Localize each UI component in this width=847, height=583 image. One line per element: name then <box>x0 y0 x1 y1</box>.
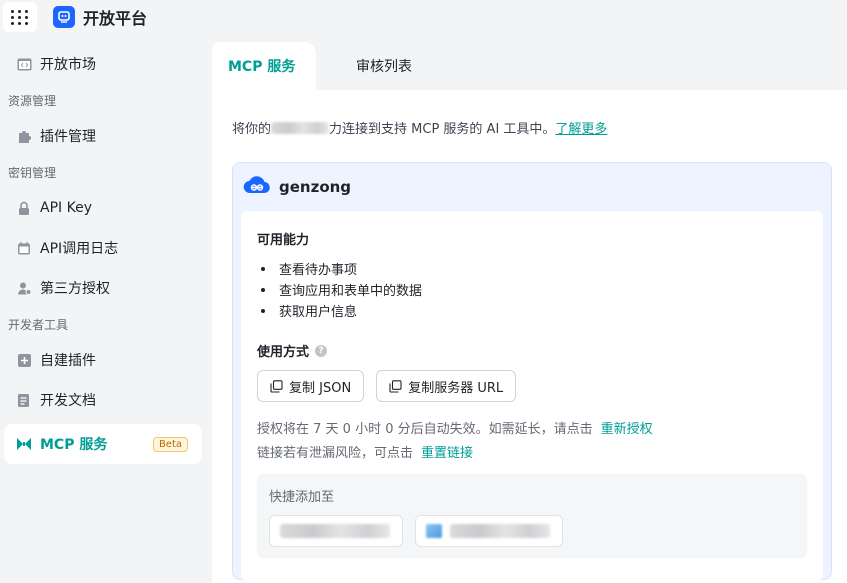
sidebar-item-label: API调用日志 <box>40 241 119 257</box>
quick-add-option[interactable] <box>415 515 563 547</box>
sidebar-item-label: 插件管理 <box>40 129 96 145</box>
lock-icon <box>16 200 32 216</box>
sidebar-group-resource: 资源管理 <box>8 93 57 108</box>
leak-note: 链接若有泄漏风险，可点击 重置链接 <box>257 440 807 462</box>
list-item: 获取用户信息 <box>257 300 807 321</box>
redacted-text <box>271 121 330 134</box>
card-header: genzong <box>233 163 831 211</box>
usage-title-row: 使用方式 ? <box>257 341 807 360</box>
expire-text: 授权将在 7 天 0 小时 0 分后自动失效。如需延长，请点击 <box>257 421 593 437</box>
cloud-link-icon <box>243 175 271 199</box>
button-label: 复制 JSON <box>289 380 352 396</box>
intro-text: 将你的 力连接到支持 MCP 服务的 AI 工具中。 了解更多 <box>232 118 847 137</box>
add-box-icon <box>16 352 32 368</box>
quick-add-row <box>269 515 795 547</box>
sidebar-item-api-log[interactable]: API调用日志 <box>4 228 202 268</box>
sidebar-item-plugin-manage[interactable]: 插件管理 <box>4 116 202 156</box>
sidebar-item-label: 自建插件 <box>40 353 96 369</box>
sidebar-item-mcp[interactable]: MCP 服务 Beta <box>4 424 202 464</box>
tab-mcp[interactable]: MCP 服务 <box>212 42 316 90</box>
beta-badge: Beta <box>152 436 188 452</box>
card-body: 可用能力 查看待办事项 查询应用和表单中的数据 获取用户信息 使用方式 ? 复制… <box>241 211 823 581</box>
tab-bar: MCP 服务 审核列表 <box>212 42 847 90</box>
capabilities-title: 可用能力 <box>257 233 310 248</box>
list-item: 查看待办事项 <box>257 258 807 279</box>
reauthorize-link[interactable]: 重新授权 <box>601 418 653 437</box>
usage-title: 使用方式 <box>257 345 310 360</box>
mcp-service-card: genzong 可用能力 查看待办事项 查询应用和表单中的数据 获取用户信息 使… <box>232 162 832 581</box>
sidebar-item-market[interactable]: 开放市场 <box>4 44 202 84</box>
code-window-icon <box>16 56 32 72</box>
help-icon[interactable]: ? <box>315 344 328 357</box>
redacted-text <box>450 524 550 538</box>
sidebar-item-custom-plugin[interactable]: 自建插件 <box>4 340 202 380</box>
intro-prefix: 将你的 <box>232 122 272 137</box>
sidebar-item-dev-docs[interactable]: 开发文档 <box>4 380 202 420</box>
sidebar-group-dev: 开发者工具 <box>8 317 69 332</box>
sidebar: 开放市场 资源管理 插件管理 密钥管理 API Key API调用日志 第三方授… <box>0 44 206 464</box>
intro-suffix: 力连接到支持 MCP 服务的 AI 工具中。 <box>329 122 556 137</box>
sidebar-item-label: 开放市场 <box>40 57 96 73</box>
sidebar-group-key: 密钥管理 <box>8 165 57 180</box>
quick-add-section: 快捷添加至 <box>257 474 807 558</box>
mcp-icon <box>16 436 32 452</box>
tab-review[interactable]: 审核列表 <box>356 42 412 90</box>
copy-json-button[interactable]: 复制 JSON <box>257 370 365 402</box>
copy-icon <box>270 379 283 393</box>
user-auth-icon <box>16 280 32 296</box>
service-name: genzong <box>279 178 352 196</box>
sidebar-item-label: 第三方授权 <box>40 281 110 297</box>
sidebar-item-label: 开发文档 <box>40 393 96 409</box>
app-launcher-icon[interactable] <box>3 2 37 32</box>
calendar-log-icon <box>16 240 32 256</box>
app-title: 开放平台 <box>83 9 148 28</box>
copy-button-row: 复制 JSON 复制服务器 URL <box>257 370 807 402</box>
app-logo-icon <box>426 524 442 538</box>
leak-text: 链接若有泄漏风险，可点击 <box>257 445 414 461</box>
copy-icon <box>389 379 402 393</box>
expire-note: 授权将在 7 天 0 小时 0 分后自动失效。如需延长，请点击 重新授权 <box>257 416 807 438</box>
puzzle-icon <box>16 128 32 144</box>
quick-add-title: 快捷添加至 <box>269 490 335 505</box>
sidebar-item-api-key[interactable]: API Key <box>4 188 202 228</box>
top-bar: 开放平台 <box>0 0 847 34</box>
sidebar-item-label: MCP 服务 <box>40 437 108 453</box>
sidebar-item-label: API Key <box>40 200 92 216</box>
learn-more-link[interactable]: 了解更多 <box>555 118 607 137</box>
list-item: 查询应用和表单中的数据 <box>257 279 807 300</box>
reset-link[interactable]: 重置链接 <box>421 442 473 461</box>
redacted-text <box>280 524 390 538</box>
copy-url-button[interactable]: 复制服务器 URL <box>376 370 517 402</box>
document-icon <box>16 392 32 408</box>
brand-logo <box>53 6 75 28</box>
capability-list: 查看待办事项 查询应用和表单中的数据 获取用户信息 <box>257 258 807 321</box>
quick-add-option[interactable] <box>269 515 403 547</box>
button-label: 复制服务器 URL <box>408 380 504 396</box>
sidebar-item-third-auth[interactable]: 第三方授权 <box>4 268 202 308</box>
main-panel: MCP 服务 审核列表 将你的 力连接到支持 MCP 服务的 AI 工具中。 了… <box>212 42 847 583</box>
